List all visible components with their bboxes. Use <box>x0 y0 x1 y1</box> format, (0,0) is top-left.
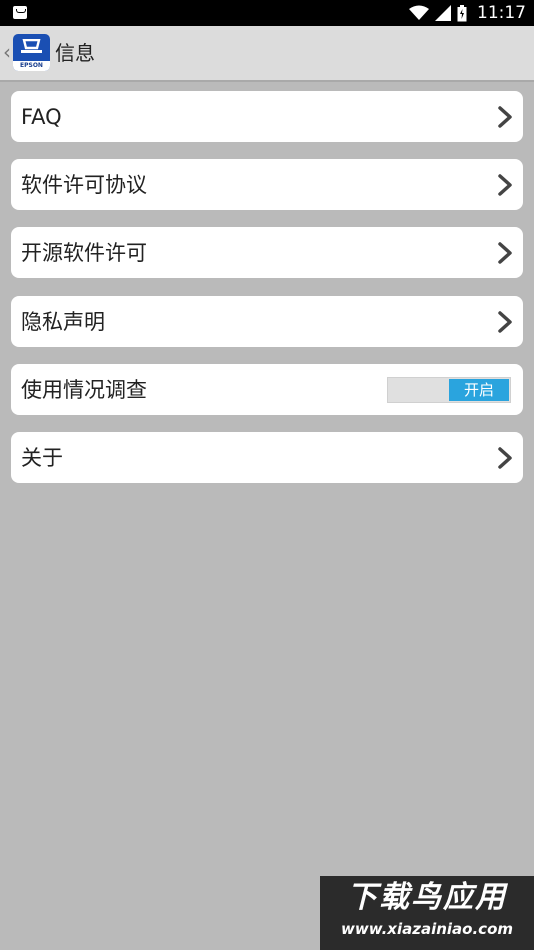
status-icons: 11:17 <box>409 0 526 26</box>
row-label: FAQ <box>21 105 62 129</box>
status-time: 11:17 <box>477 3 526 23</box>
epson-logo[interactable]: EPSON <box>13 34 50 71</box>
app-bar: ‹ EPSON 信息 <box>0 26 534 82</box>
chevron-right-icon <box>498 311 512 333</box>
row-privacy-statement[interactable]: 隐私声明 <box>11 296 523 347</box>
chevron-right-icon <box>498 447 512 469</box>
row-label: 使用情况调查 <box>21 378 147 402</box>
chevron-right-icon <box>498 106 512 128</box>
printer-glyph <box>21 39 42 53</box>
row-usage-survey: 使用情况调查 开启 <box>11 364 523 415</box>
notification-icon <box>13 6 27 19</box>
chevron-right-icon <box>498 174 512 196</box>
row-label: 开源软件许可 <box>21 241 147 265</box>
usage-survey-toggle[interactable]: 开启 <box>387 377 511 403</box>
row-faq[interactable]: FAQ <box>11 91 523 142</box>
back-icon[interactable]: ‹ <box>3 40 11 64</box>
row-label: 软件许可协议 <box>21 173 147 197</box>
status-bar: 11:17 <box>0 0 534 26</box>
watermark-url: www.xiazainiao.com <box>340 920 514 938</box>
row-label: 隐私声明 <box>21 310 105 334</box>
row-label: 关于 <box>21 446 63 470</box>
battery-icon <box>457 4 467 21</box>
logo-text: EPSON <box>13 61 50 71</box>
signal-icon <box>435 5 451 21</box>
row-about[interactable]: 关于 <box>11 432 523 483</box>
watermark: 下载鸟应用 www.xiazainiao.com <box>320 876 534 950</box>
toggle-on-label: 开启 <box>449 379 509 401</box>
row-open-source-license[interactable]: 开源软件许可 <box>11 227 523 278</box>
chevron-right-icon <box>498 242 512 264</box>
row-software-license[interactable]: 软件许可协议 <box>11 159 523 210</box>
page-title: 信息 <box>55 41 95 65</box>
wifi-icon <box>409 5 429 20</box>
watermark-title: 下载鸟应用 <box>347 880 507 915</box>
